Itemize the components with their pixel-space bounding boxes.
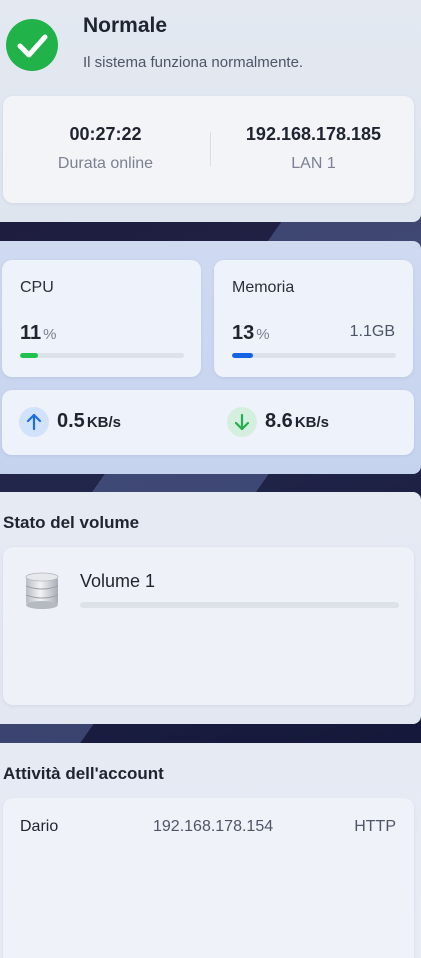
uptime-label: Durata online <box>57 155 154 172</box>
cpu-card[interactable]: CPU 11% <box>2 260 201 377</box>
upload-unit: KB/s <box>86 414 121 431</box>
volume-card[interactable]: Volume 1 <box>3 547 414 705</box>
arrow-up-icon <box>19 407 49 437</box>
cpu-usage-fill <box>20 353 39 358</box>
account-activity-panel: Attività dell'account Dario 192.168.178.… <box>0 743 421 958</box>
status-title: Normale <box>83 14 168 37</box>
download-unit: KB/s <box>294 414 329 431</box>
ip-block: 192.168.178.185 LAN 1 <box>211 96 416 203</box>
memory-value: 13% <box>232 322 270 345</box>
account-protocol: HTTP <box>354 818 396 835</box>
memory-percent: 13 <box>232 322 255 344</box>
account-ip: 192.168.178.154 <box>153 818 274 835</box>
memory-card[interactable]: Memoria 13% 1.1GB <box>214 260 413 377</box>
download-value: 8.6 <box>265 410 293 432</box>
arrow-down-icon <box>227 407 257 437</box>
database-icon <box>22 571 62 611</box>
cpu-label: CPU <box>20 279 54 296</box>
memory-label: Memoria <box>232 279 295 296</box>
cpu-usage-bar <box>20 353 184 358</box>
download-speed-text: 8.6 KB/s <box>265 410 329 433</box>
status-subtitle: Il sistema funziona normalmente. <box>83 54 304 71</box>
ip-value: 192.168.178.185 <box>245 124 382 144</box>
check-circle-icon <box>6 19 58 71</box>
volume-name[interactable]: Volume 1 <box>80 571 155 592</box>
system-status-panel: Normale Il sistema funziona normalmente.… <box>0 0 421 222</box>
network-info-card: 00:27:22 Durata online 192.168.178.185 L… <box>3 96 414 203</box>
uptime-value: 00:27:22 <box>69 124 142 144</box>
memory-total: 1.1GB <box>349 323 395 340</box>
resource-monitor-panel[interactable]: CPU 11% Memoria 13% 1.1GB 0.5 KB/s 8.6 K… <box>0 241 421 474</box>
upload-value: 0.5 <box>57 410 85 432</box>
account-user: Dario <box>20 818 59 835</box>
list-item[interactable]: Dario 192.168.178.154 HTTP <box>3 818 414 838</box>
upload-speed-text: 0.5 KB/s <box>57 410 121 433</box>
memory-usage-bar <box>232 353 396 358</box>
cpu-percent: 11 <box>20 322 42 344</box>
volume-section-title: Stato del volume <box>3 513 140 532</box>
volume-usage-bar <box>80 602 399 608</box>
memory-usage-fill <box>232 353 254 358</box>
cpu-unit: % <box>43 326 57 343</box>
account-list-card: Dario 192.168.178.154 HTTP <box>3 798 414 958</box>
memory-unit: % <box>256 326 270 343</box>
ip-label: LAN 1 <box>291 155 336 172</box>
cpu-value: 11% <box>20 322 57 345</box>
network-speed-card[interactable]: 0.5 KB/s 8.6 KB/s <box>2 390 414 455</box>
volume-status-panel: Stato del volume Volume 1 <box>0 492 421 724</box>
account-section-title: Attività dell'account <box>3 764 164 783</box>
uptime-block: 00:27:22 Durata online <box>3 96 208 203</box>
